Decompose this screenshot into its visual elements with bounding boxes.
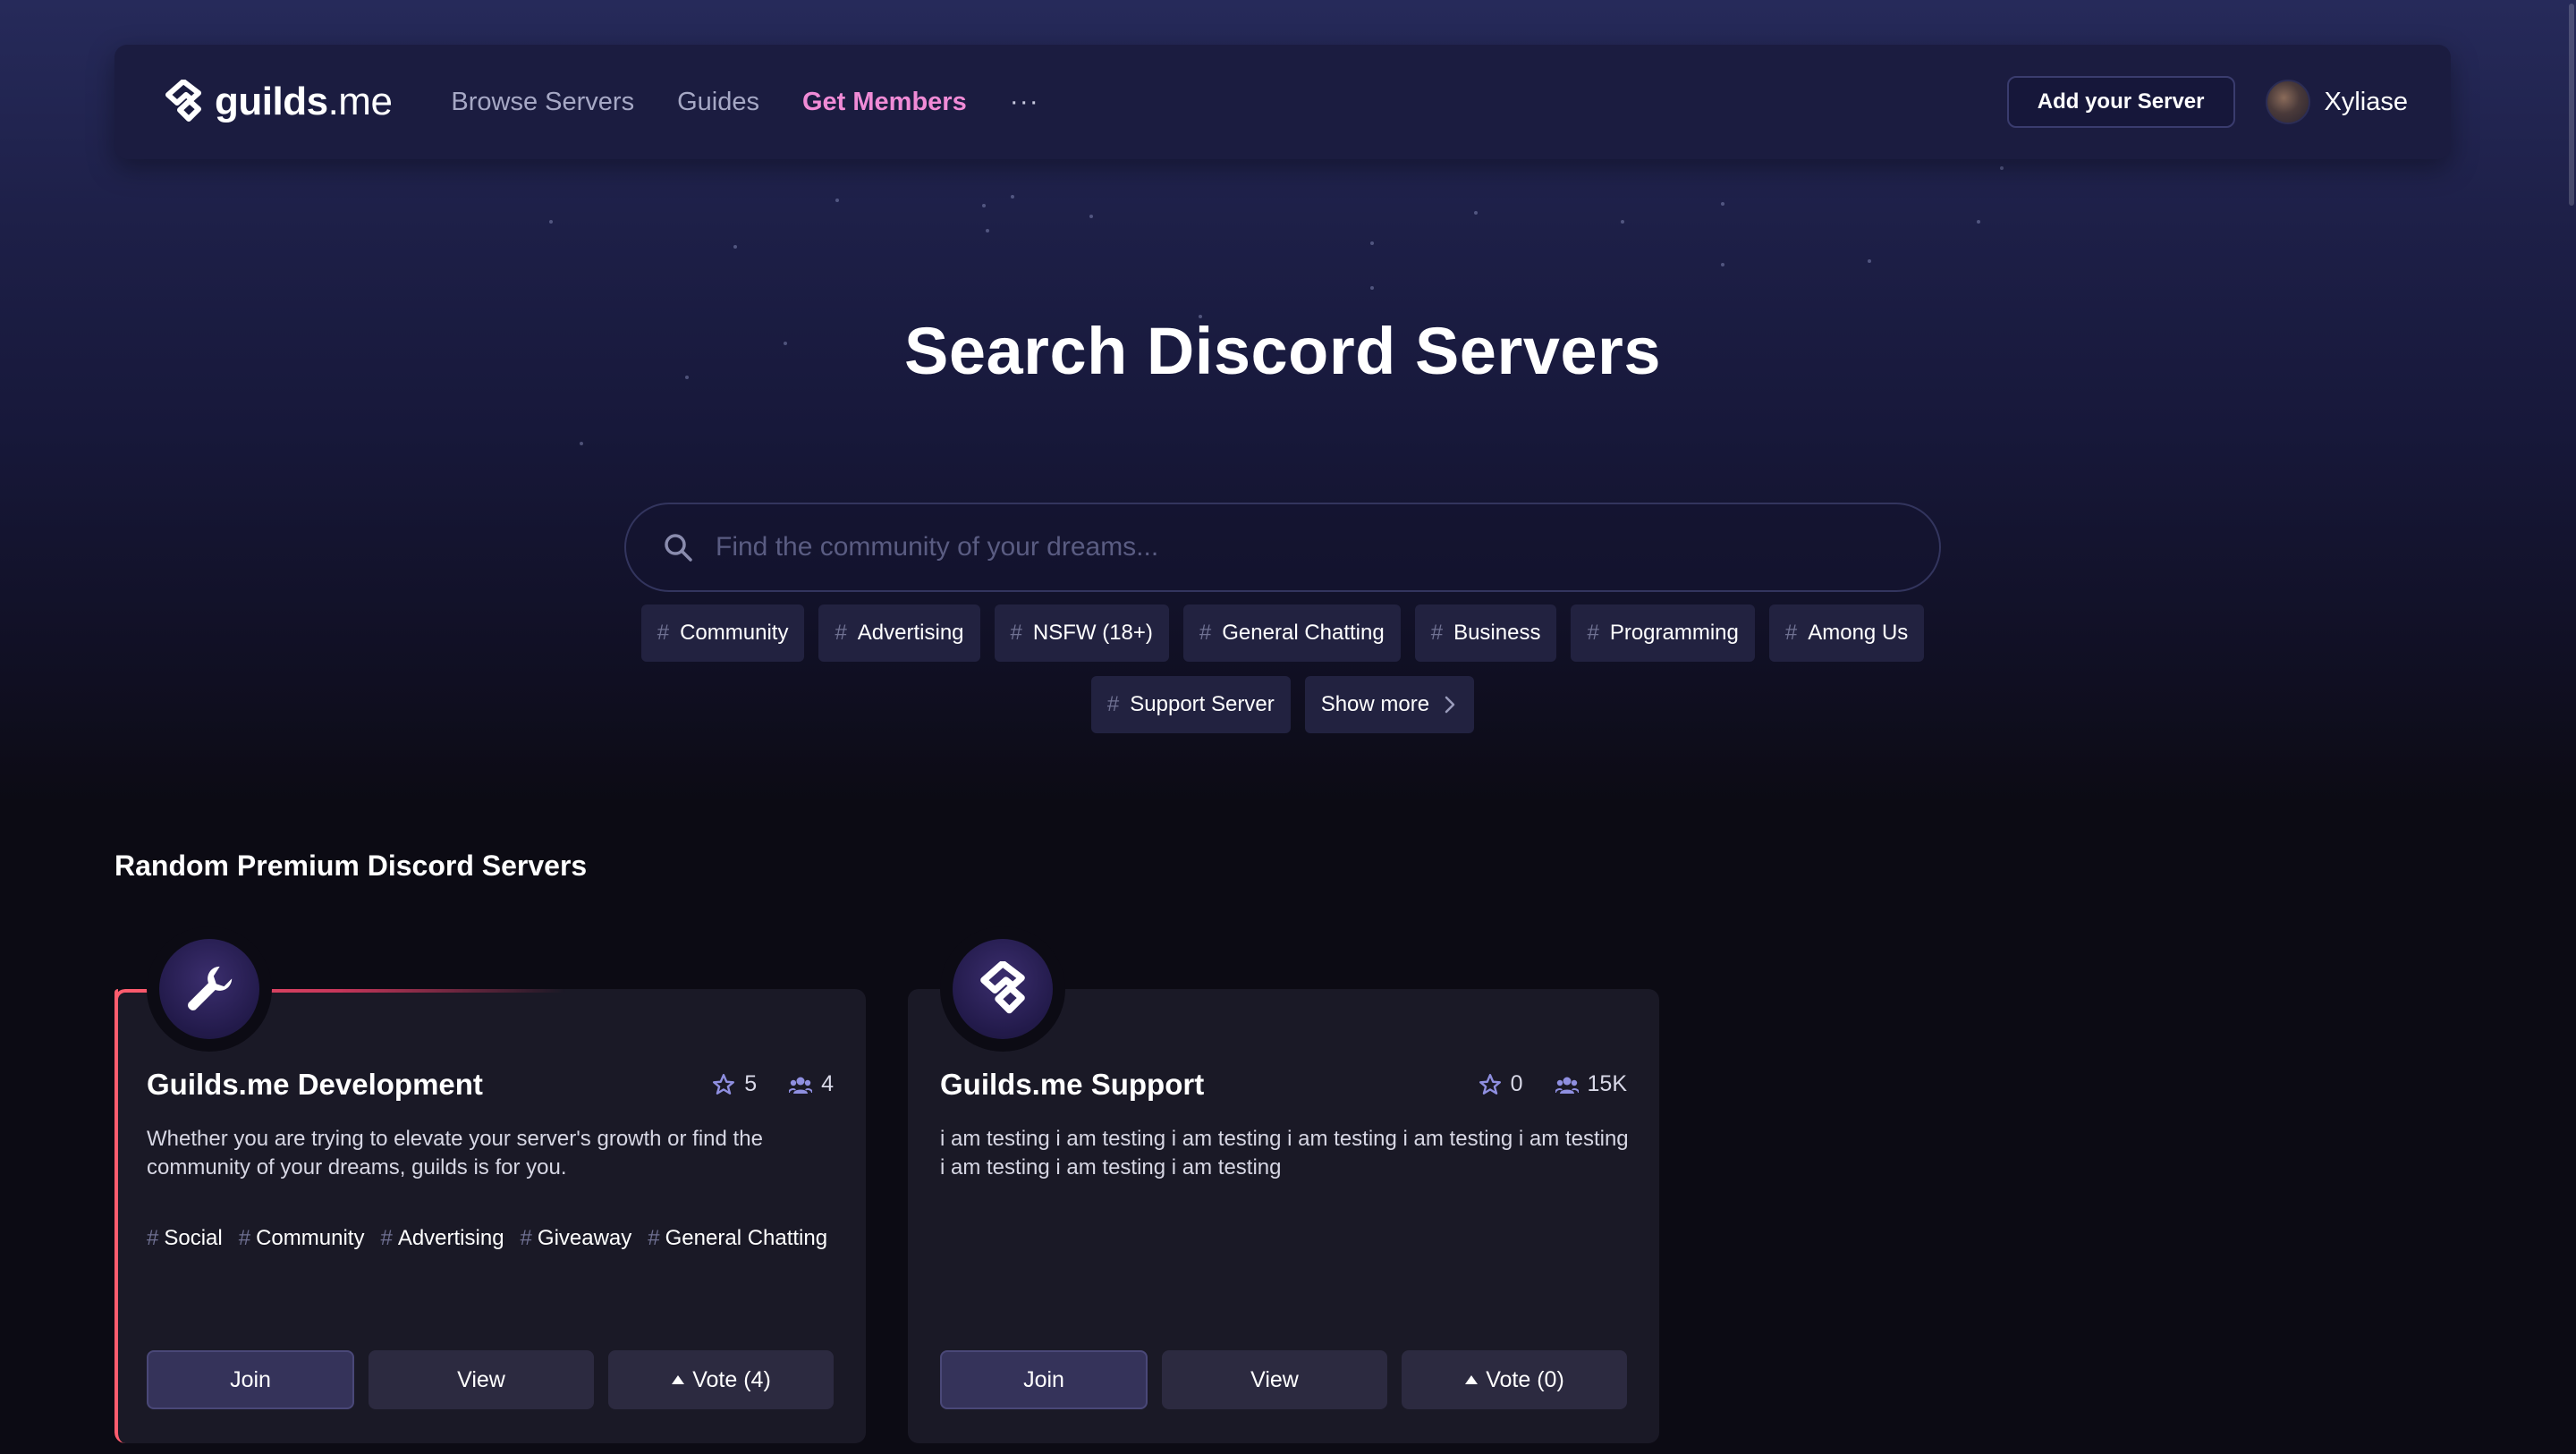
server-tag[interactable]: # Social	[147, 1223, 223, 1254]
category-tags-row-2: # Support Server Show more	[0, 676, 2565, 733]
search-input[interactable]	[716, 532, 1903, 562]
server-description: Whether you are trying to elevate your s…	[147, 1127, 763, 1179]
page-title: Search Discord Servers	[903, 314, 1662, 388]
star-count: 0	[1510, 1071, 1523, 1096]
chevron-right-icon	[1445, 696, 1455, 714]
star-icon	[713, 1073, 735, 1095]
server-card: Guilds.me Development 5 4 Whether you ar…	[114, 926, 866, 1443]
search-bar[interactable]	[624, 503, 1941, 592]
search-icon	[665, 534, 692, 562]
add-server-button[interactable]: Add your Server	[2006, 76, 2235, 128]
members-icon	[1555, 1077, 1579, 1094]
member-count: 15K	[1587, 1071, 1627, 1096]
server-tag[interactable]: # General Chatting	[648, 1223, 827, 1254]
nav-guides[interactable]: Guides	[677, 88, 759, 117]
avatar	[2265, 80, 2310, 124]
tag-among-us[interactable]: # Among Us	[1768, 604, 1925, 662]
star-count: 5	[744, 1071, 758, 1096]
vote-button[interactable]: Vote (4)	[608, 1350, 834, 1409]
card-actions: Join View Vote (4)	[147, 1350, 834, 1409]
tag-nsfw[interactable]: # NSFW (18+)	[994, 604, 1169, 662]
brand-logo[interactable]: guilds.me	[165, 80, 393, 124]
view-button[interactable]: View	[369, 1350, 594, 1409]
vote-button[interactable]: Vote (0)	[1402, 1350, 1627, 1409]
server-name[interactable]: Guilds.me Development	[147, 1068, 483, 1102]
members-icon	[789, 1077, 813, 1094]
user-name: Xyliase	[2324, 87, 2409, 116]
nav-browse-servers[interactable]: Browse Servers	[451, 88, 634, 117]
tag-advertising[interactable]: # Advertising	[818, 604, 980, 662]
page-scrollbar[interactable]	[2567, 0, 2576, 1454]
caret-up-icon	[1465, 1375, 1479, 1384]
server-stats: 0 15K	[1479, 1071, 1627, 1097]
show-more-tags-button[interactable]: Show more	[1304, 676, 1475, 733]
member-count: 4	[821, 1071, 834, 1096]
server-tags: # Social # Community # Advertising # Giveawa…	[147, 1223, 835, 1254]
server-avatar[interactable]	[940, 926, 1065, 1052]
nav-more-menu[interactable]: ···	[1010, 87, 1039, 117]
server-description: i am testing i am testing i am testing i…	[940, 1127, 1629, 1179]
server-avatar[interactable]	[147, 926, 272, 1052]
section-title: Random Premium Discord Servers	[114, 850, 588, 882]
server-name[interactable]: Guilds.me Support	[940, 1068, 1204, 1102]
scrollbar-thumb[interactable]	[2569, 4, 2574, 206]
server-card: Guilds.me Support 0 15K i am testing i a…	[908, 926, 1659, 1443]
brand-name: guilds.me	[215, 80, 393, 123]
join-button[interactable]: Join	[147, 1350, 354, 1409]
category-tags-row: # Community # Advertising # NSFW (18+) # Gen…	[0, 604, 2565, 662]
wrench-icon	[188, 966, 233, 1010]
guilds-logo-icon	[165, 80, 201, 122]
server-tag[interactable]: # Advertising	[380, 1223, 504, 1254]
view-button[interactable]: View	[1162, 1350, 1387, 1409]
user-menu[interactable]: Xyliase	[2265, 80, 2409, 124]
tag-general-chatting[interactable]: # General Chatting	[1182, 604, 1401, 662]
nav-get-members[interactable]: Get Members	[802, 88, 967, 117]
guilds-logo-icon	[980, 961, 1025, 1014]
join-button[interactable]: Join	[940, 1350, 1148, 1409]
server-tag[interactable]: # Community	[239, 1223, 365, 1254]
caret-up-icon	[672, 1375, 685, 1384]
server-tag[interactable]: # Giveaway	[521, 1223, 632, 1254]
star-icon	[1479, 1073, 1501, 1095]
tag-community[interactable]: # Community	[640, 604, 805, 662]
tag-programming[interactable]: # Programming	[1571, 604, 1755, 662]
card-actions: Join View Vote (0)	[940, 1350, 1627, 1409]
tag-business[interactable]: # Business	[1414, 604, 1557, 662]
top-navbar: guilds.me Browse Servers Guides Get Memb…	[114, 45, 2451, 159]
tag-support-server[interactable]: # Support Server	[1090, 676, 1291, 733]
server-stats: 5 4	[712, 1071, 834, 1097]
